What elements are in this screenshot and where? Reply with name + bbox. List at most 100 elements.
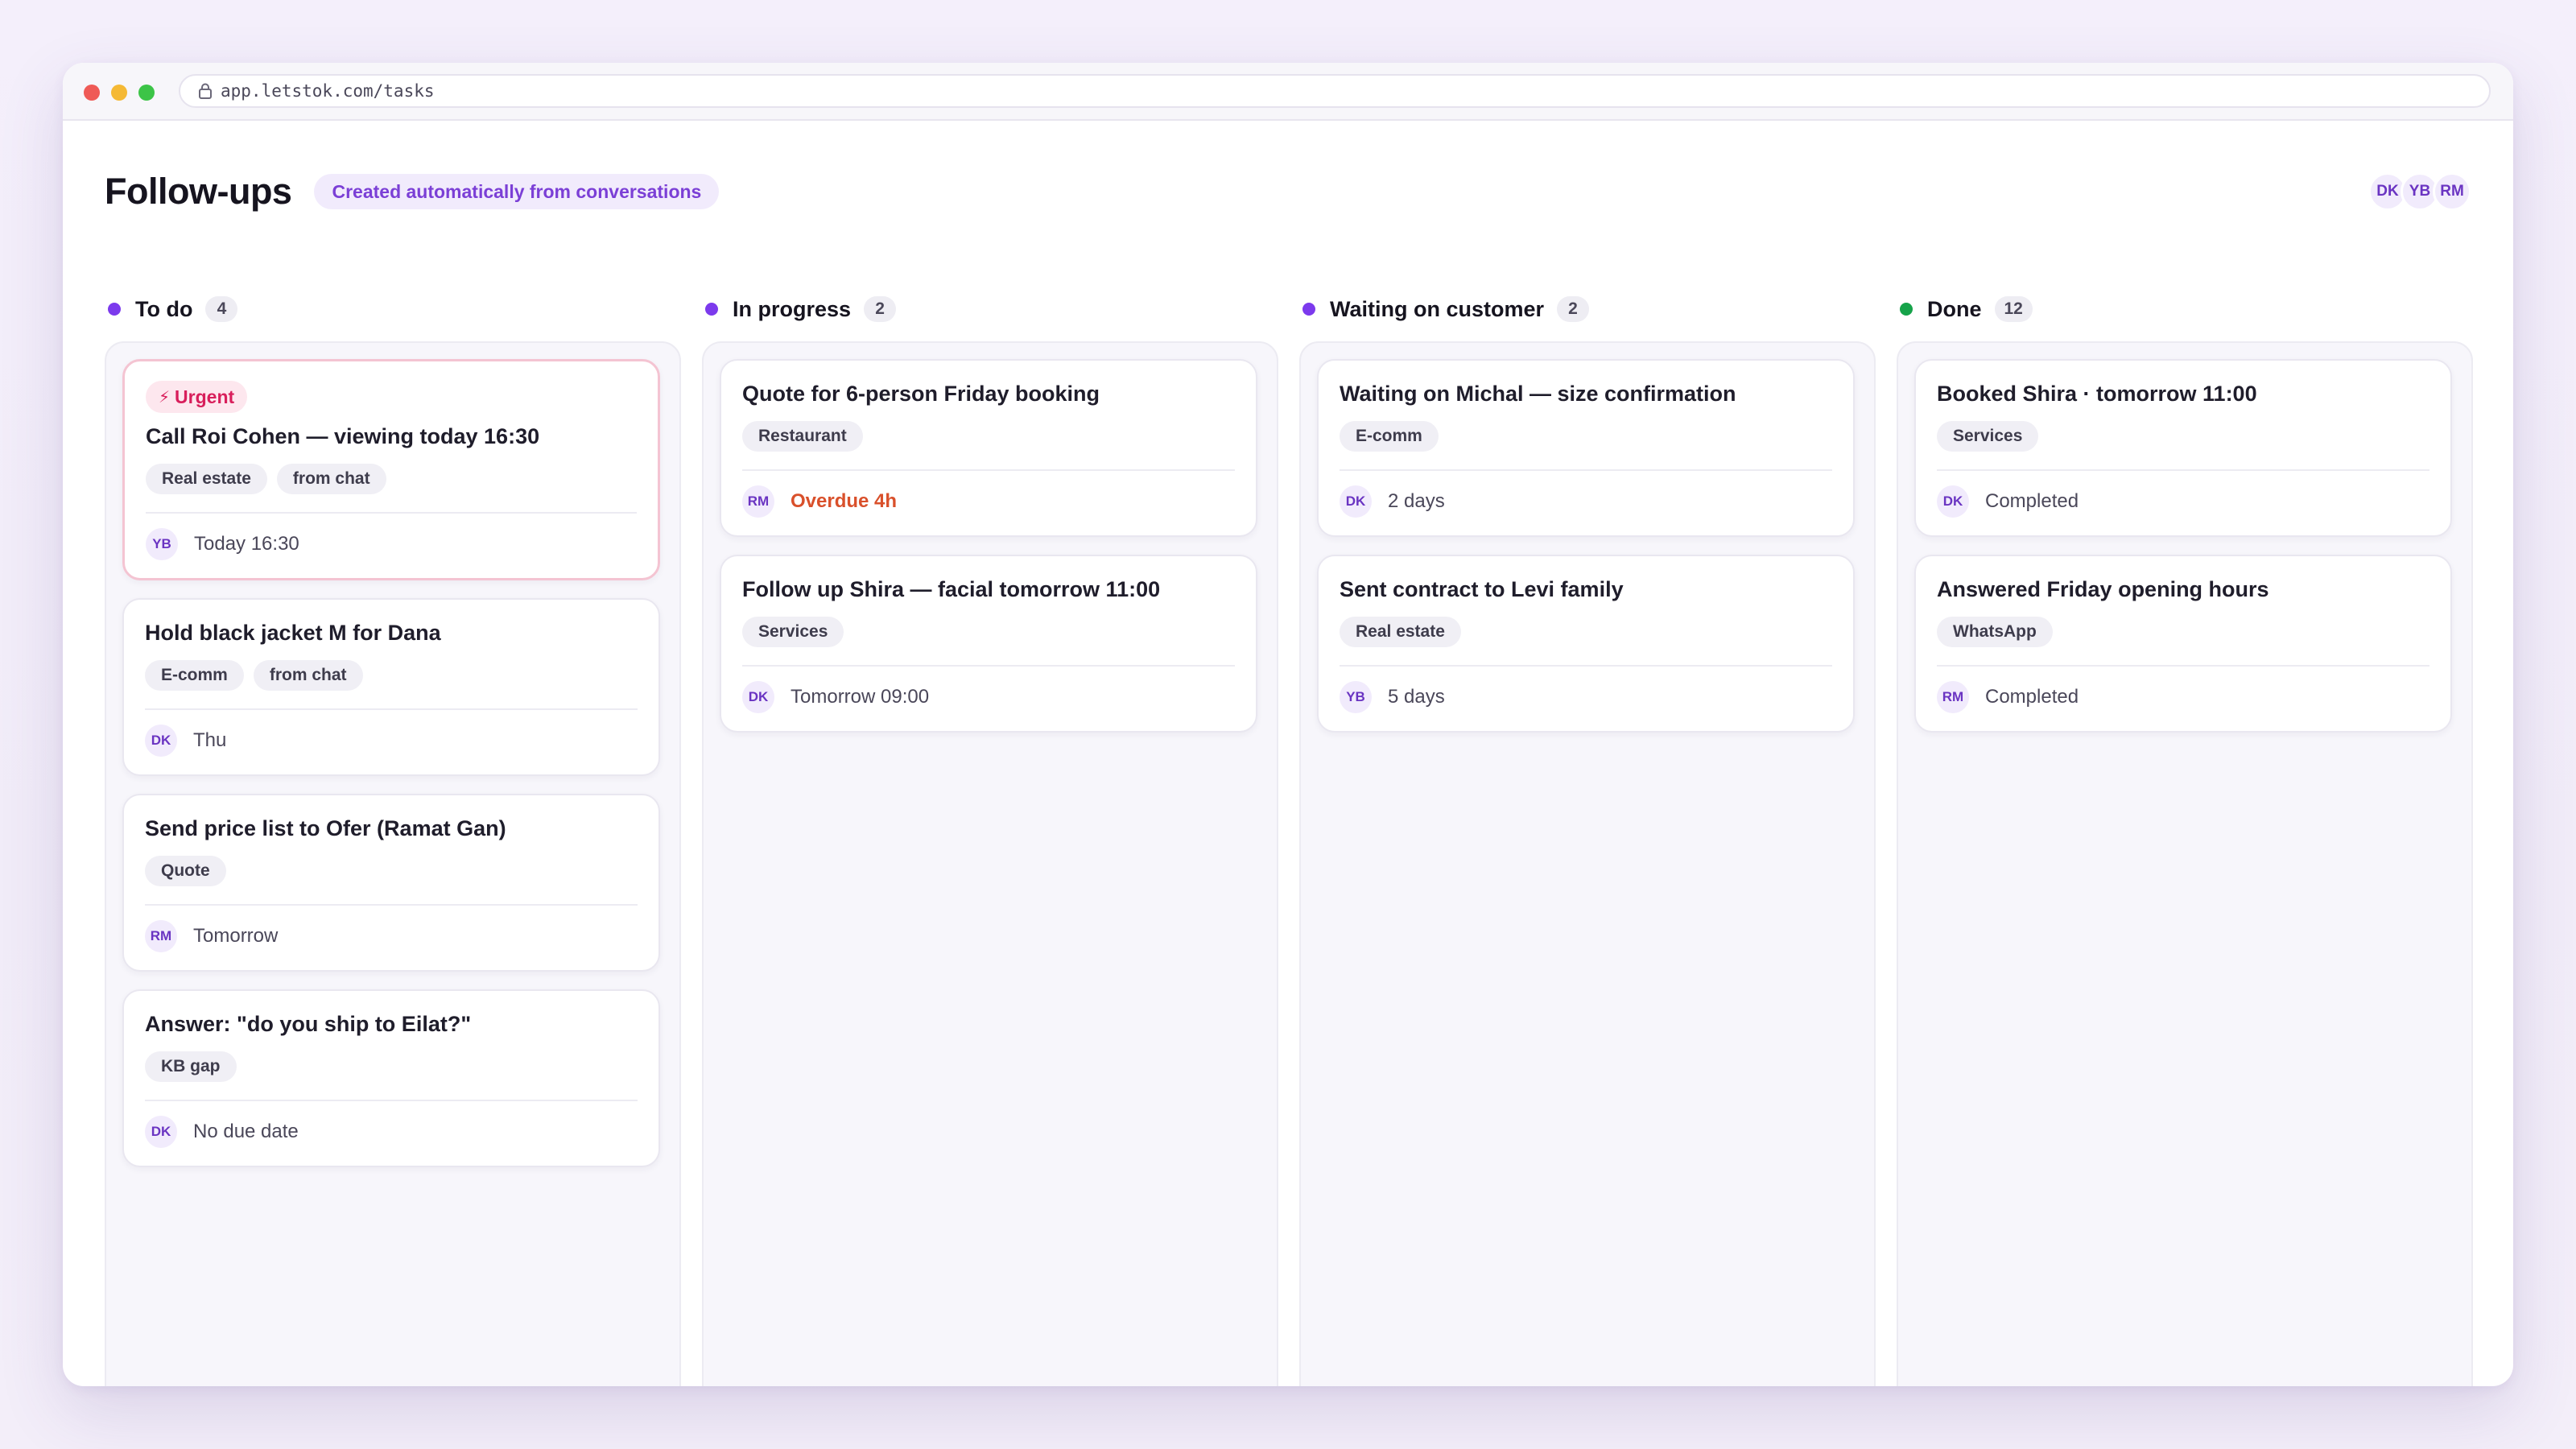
task-tags: E-comm from chat [145,660,638,691]
assignee-avatar: RM [1937,681,1969,714]
lightning-icon: ⚡ [159,388,171,407]
minimize-window-button[interactable] [111,85,127,101]
column-in-progress: In progress 2 Quote for 6-person Friday … [702,290,1278,1386]
assignee-avatar: DK [742,681,774,714]
task-footer: DK Thu [145,724,638,758]
task-title: Waiting on Michal — size confirmation [1340,382,1736,406]
task-tags: KB gap [145,1051,638,1083]
task-title: Hold black jacket M for Dana [145,621,441,646]
due-date: Today 16:30 [194,533,299,555]
tag: Restaurant [742,421,863,452]
assignee-avatar: RM [742,485,774,518]
address-bar[interactable]: app.letstok.com/tasks [179,74,2491,108]
divider [1937,665,2429,667]
page-header: Follow-ups Created automatically from co… [105,158,2471,225]
column-header: In progress 2 [705,290,897,328]
urgent-label: Urgent [175,386,235,407]
task-card[interactable]: Booked Shira · tomorrow 11:00 Services D… [1914,359,2452,538]
column-waiting: Waiting on customer 2 Waiting on Michal … [1299,290,1876,1386]
due-date: Tomorrow [193,925,279,947]
task-card[interactable]: Follow up Shira — facial tomorrow 11:00 … [720,555,1257,733]
task-card[interactable]: Send price list to Ofer (Ramat Gan) Quot… [122,794,660,972]
tag: WhatsApp [1937,617,2053,648]
task-footer: RM Tomorrow [145,920,638,953]
tag: from chat [253,660,363,691]
task-footer: RM Overdue 4h [742,485,1235,518]
task-card[interactable]: Answer: "do you ship to Eilat?" KB gap D… [122,989,660,1168]
task-title: Send price list to Ofer (Ramat Gan) [145,816,506,841]
column-lane: ⚡ Urgent Call Roi Cohen — viewing today … [105,341,681,1386]
browser-window: app.letstok.com/tasks Follow-ups Created… [63,63,2513,1386]
task-tags: Real estate from chat [146,464,637,495]
task-footer: DK Completed [1937,485,2429,518]
auto-created-badge: Created automatically from conversations [314,174,720,209]
column-title: In progress [733,296,852,321]
column-header: To do 4 [108,290,238,328]
tag: E-comm [1340,421,1439,452]
divider [145,1100,638,1102]
task-footer: DK 2 days [1340,485,1832,518]
task-title: Quote for 6-person Friday booking [742,382,1100,406]
task-tags: Restaurant [742,421,1235,452]
urgent-badge: ⚡ Urgent [146,381,248,413]
task-title: Booked Shira · tomorrow 11:00 [1937,382,2257,406]
column-header: Waiting on customer 2 [1302,290,1590,328]
task-footer: YB 5 days [1340,681,1832,714]
task-title: Call Roi Cohen — viewing today 16:30 [146,424,540,448]
column-title: Waiting on customer [1330,296,1545,321]
task-footer: RM Completed [1937,681,2429,714]
task-title: Answer: "do you ship to Eilat?" [145,1012,472,1037]
status-dot-icon [1302,303,1315,316]
due-date: 5 days [1388,686,1445,708]
column-done: Done 12 Booked Shira · tomorrow 11:00 Se… [1897,290,2473,1386]
tag: Services [1937,421,2039,452]
status-dot-icon [1900,303,1913,316]
kanban-board: To do 4 ⚡ Urgent Call Roi Cohen — viewin… [105,290,2473,1386]
task-card[interactable]: Sent contract to Levi family Real estate… [1317,555,1855,733]
task-footer: DK Tomorrow 09:00 [742,681,1235,714]
url-text: app.letstok.com/tasks [221,81,435,101]
lock-icon [199,83,212,99]
task-footer: YB Today 16:30 [146,528,637,561]
column-count: 4 [205,296,238,322]
task-card[interactable]: ⚡ Urgent Call Roi Cohen — viewing today … [122,359,660,581]
task-tags: Real estate [1340,617,1832,648]
tag: Quote [145,856,226,887]
due-date: Thu [193,729,227,752]
column-count: 12 [1994,296,2033,322]
due-date: No due date [193,1121,299,1143]
tag: Services [742,617,844,648]
assignee-avatar: DK [1340,485,1372,518]
task-footer: DK No due date [145,1116,638,1149]
task-title: Sent contract to Levi family [1340,577,1624,602]
task-card[interactable]: Hold black jacket M for Dana E-comm from… [122,598,660,777]
task-card[interactable]: Quote for 6-person Friday booking Restau… [720,359,1257,538]
task-tags: Services [1937,421,2429,452]
divider [145,904,638,906]
column-header: Done 12 [1900,290,2033,328]
tag: E-comm [145,660,244,691]
task-card[interactable]: Answered Friday opening hours WhatsApp R… [1914,555,2452,733]
avatar[interactable]: RM [2433,172,2471,211]
divider [1937,469,2429,472]
column-count: 2 [864,296,897,322]
due-date: Completed [1985,490,2079,513]
tag: KB gap [145,1051,237,1083]
browser-titlebar: app.letstok.com/tasks [63,63,2513,121]
due-date: 2 days [1388,490,1445,513]
divider [146,512,637,514]
overdue-label: Overdue 4h [791,490,898,513]
assignee-avatar: DK [145,724,177,758]
divider [742,469,1235,472]
task-tags: Services [742,617,1235,648]
column-lane: Waiting on Michal — size confirmation E-… [1299,341,1876,1386]
task-card[interactable]: Waiting on Michal — size confirmation E-… [1317,359,1855,538]
task-tags: WhatsApp [1937,617,2429,648]
tag: from chat [276,464,386,495]
column-title: Done [1927,296,1982,321]
close-window-button[interactable] [84,85,100,101]
maximize-window-button[interactable] [138,85,155,101]
divider [1340,469,1832,472]
column-title: To do [135,296,193,321]
task-title: Follow up Shira — facial tomorrow 11:00 [742,577,1161,602]
